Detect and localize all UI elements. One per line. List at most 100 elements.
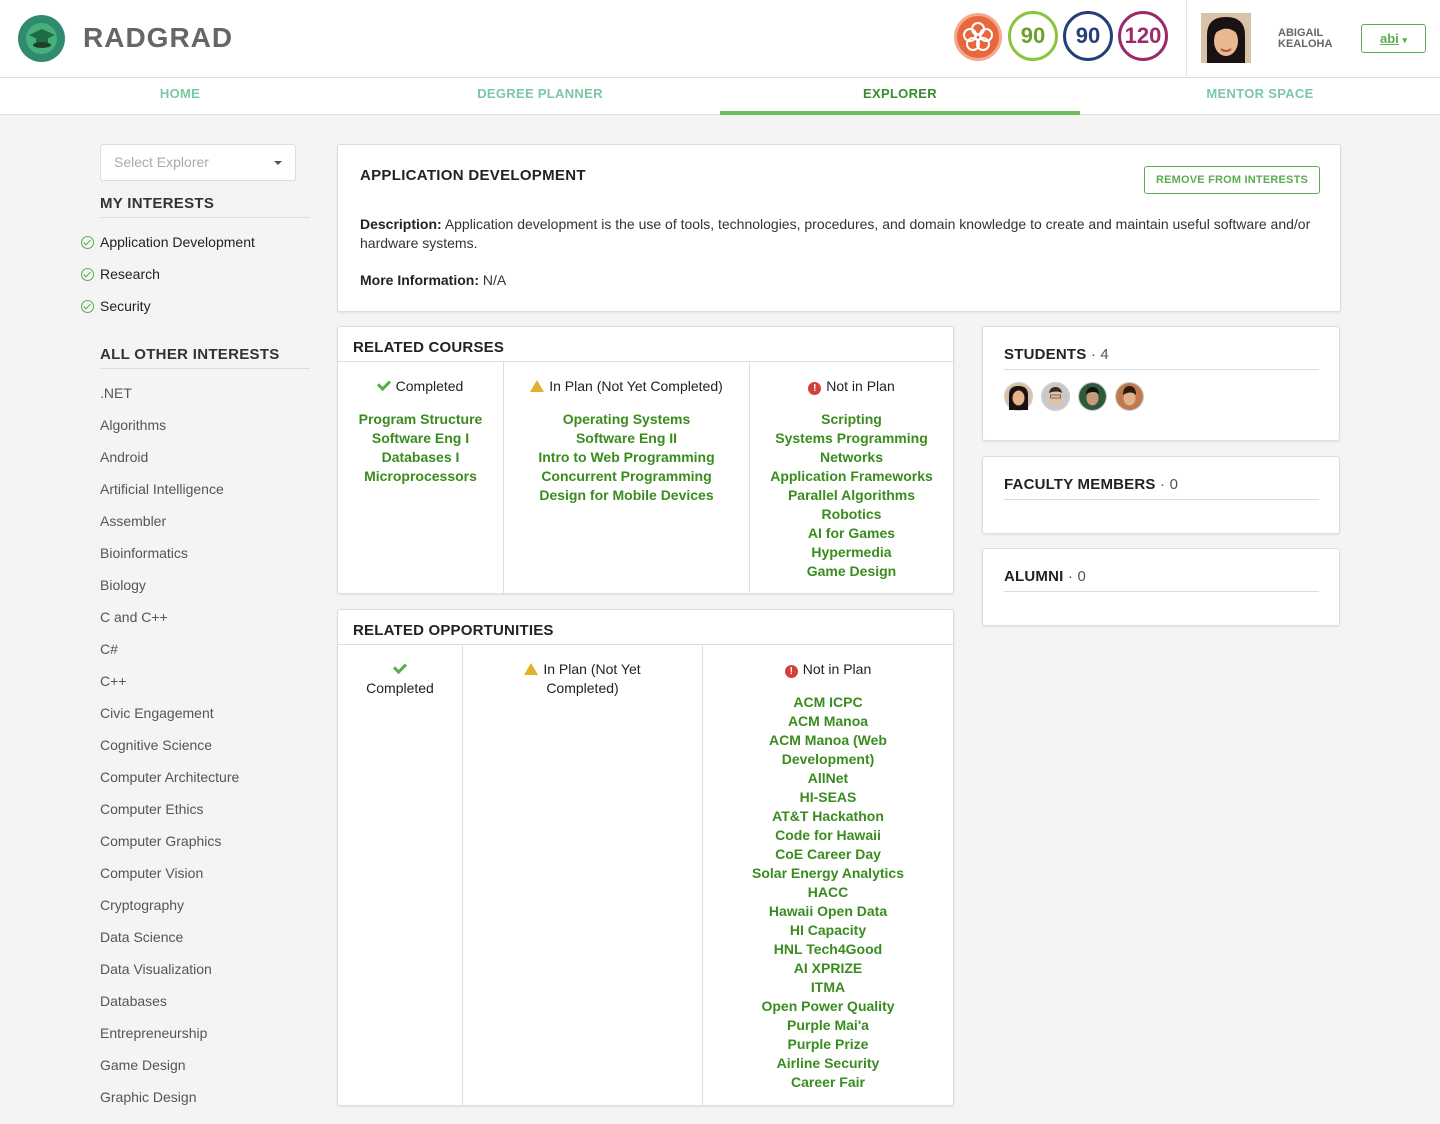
my-interest-item[interactable]: Security xyxy=(100,297,151,315)
opportunity-link[interactable]: HNL Tech4Good xyxy=(743,940,913,959)
opportunity-link[interactable]: ACM Manoa (Web Development) xyxy=(743,731,913,769)
interest-item[interactable]: Databases xyxy=(100,992,167,1010)
opportunity-link[interactable]: Airline Security xyxy=(743,1054,913,1073)
opportunity-link[interactable]: Code for Hawaii xyxy=(743,826,913,845)
opportunity-link[interactable]: Open Power Quality xyxy=(743,997,913,1016)
interest-item[interactable]: Cognitive Science xyxy=(100,736,212,754)
interest-item[interactable]: Computer Graphics xyxy=(100,832,221,850)
interest-item[interactable]: Civic Engagement xyxy=(100,704,214,722)
interest-item[interactable]: Assembler xyxy=(100,512,166,530)
opportunity-link[interactable]: Solar Energy Analytics xyxy=(743,864,913,883)
interest-item[interactable]: C and C++ xyxy=(100,608,168,626)
level-flower-icon[interactable] xyxy=(954,13,1002,61)
check-circle-icon xyxy=(81,236,94,249)
course-link[interactable]: Software Eng II xyxy=(504,429,749,448)
alumni-title: ALUMNI · 0 xyxy=(1004,568,1319,592)
opportunity-link[interactable]: ITMA xyxy=(743,978,913,997)
interest-item[interactable]: Computer Ethics xyxy=(100,800,203,818)
user-menu-button[interactable]: abi ▾ xyxy=(1361,24,1426,53)
opportunity-link[interactable]: Purple Prize xyxy=(743,1035,913,1054)
interest-title: APPLICATION DEVELOPMENT xyxy=(360,167,586,184)
course-link[interactable]: Scripting xyxy=(750,410,953,429)
remove-from-interests-button[interactable]: REMOVE FROM INTERESTS xyxy=(1144,166,1320,194)
brand-title[interactable]: RADGRAD xyxy=(83,22,233,54)
student-avatar[interactable] xyxy=(1078,382,1107,411)
course-link[interactable]: Game Design xyxy=(750,562,953,581)
opportunity-link[interactable]: HI-SEAS xyxy=(743,788,913,807)
course-link[interactable]: Systems Programming xyxy=(750,429,953,448)
interest-item[interactable]: Algorithms xyxy=(100,416,166,434)
opportunities-in-plan-column: In Plan (Not Yet Completed) xyxy=(462,645,702,1105)
student-avatar[interactable] xyxy=(1041,382,1070,411)
alumni-card: ALUMNI · 0 xyxy=(982,548,1340,626)
more-information: More Information: N/A xyxy=(360,272,506,288)
course-link[interactable]: Intro to Web Programming xyxy=(504,448,749,467)
course-link[interactable]: Software Eng I xyxy=(338,429,503,448)
interest-item[interactable]: Data Visualization xyxy=(100,960,212,978)
interest-item[interactable]: Entrepreneurship xyxy=(100,1024,207,1042)
opportunity-link[interactable]: Hawaii Open Data xyxy=(743,902,913,921)
opportunity-link[interactable]: AT&T Hackathon xyxy=(743,807,913,826)
related-courses-title: RELATED COURSES xyxy=(338,327,953,362)
course-link[interactable]: Robotics xyxy=(750,505,953,524)
ice-experience-score[interactable]: 120 xyxy=(1118,11,1168,61)
course-link[interactable]: Databases I xyxy=(338,448,503,467)
course-link[interactable]: Operating Systems xyxy=(504,410,749,429)
user-avatar[interactable] xyxy=(1201,13,1251,63)
nav-home[interactable]: HOME xyxy=(0,78,360,115)
interest-item[interactable]: Bioinformatics xyxy=(100,544,188,562)
ice-competency-score[interactable]: 90 xyxy=(1063,11,1113,61)
nav-mentor-space[interactable]: MENTOR SPACE xyxy=(1080,78,1440,115)
interest-item[interactable]: Graphic Design xyxy=(100,1088,197,1106)
interest-item[interactable]: C++ xyxy=(100,672,126,690)
opportunity-link[interactable]: Career Fair xyxy=(743,1073,913,1092)
opportunity-link[interactable]: Purple Mai'a xyxy=(743,1016,913,1035)
interest-item[interactable]: Computer Architecture xyxy=(100,768,239,786)
interest-item[interactable]: .NET xyxy=(100,384,132,402)
course-link[interactable]: Program Structure xyxy=(338,410,503,429)
opportunity-link[interactable]: ACM Manoa xyxy=(743,712,913,731)
course-link[interactable]: Hypermedia xyxy=(750,543,953,562)
nav-degree-planner[interactable]: DEGREE PLANNER xyxy=(360,78,720,115)
course-link[interactable]: Application Frameworks xyxy=(750,467,953,486)
opportunity-link[interactable]: HI Capacity xyxy=(743,921,913,940)
interest-item[interactable]: Cryptography xyxy=(100,896,184,914)
interest-item[interactable]: Computer Vision xyxy=(100,864,203,882)
course-link[interactable]: AI for Games xyxy=(750,524,953,543)
opportunity-link[interactable]: ACM ICPC xyxy=(743,693,913,712)
interest-item[interactable]: Data Science xyxy=(100,928,183,946)
nav-explorer[interactable]: EXPLORER xyxy=(720,78,1080,115)
radgrad-logo-icon[interactable] xyxy=(18,15,65,62)
opportunities-completed-label: Completed xyxy=(366,680,434,696)
student-avatar[interactable] xyxy=(1004,382,1033,411)
check-icon xyxy=(392,659,408,675)
select-explorer-dropdown[interactable]: Select Explorer xyxy=(100,144,296,181)
my-interest-item[interactable]: Research xyxy=(100,265,160,283)
faculty-card: FACULTY MEMBERS · 0 xyxy=(982,456,1340,534)
exclamation-icon: ! xyxy=(808,382,822,395)
interest-item[interactable]: Android xyxy=(100,448,148,466)
ice-innovation-score[interactable]: 90 xyxy=(1008,11,1058,61)
warning-icon xyxy=(524,663,539,675)
course-link[interactable]: Parallel Algorithms xyxy=(750,486,953,505)
interest-item[interactable]: Game Design xyxy=(100,1056,186,1074)
related-opportunities-title: RELATED OPPORTUNITIES xyxy=(338,610,953,645)
interest-item[interactable]: C# xyxy=(100,640,118,658)
opportunity-link[interactable]: AI XPRIZE xyxy=(743,959,913,978)
my-interest-item[interactable]: Application Development xyxy=(100,233,255,251)
interest-description: Description: Application development is … xyxy=(360,215,1322,253)
student-avatar[interactable] xyxy=(1115,382,1144,411)
interest-item[interactable]: Biology xyxy=(100,576,146,594)
opportunity-link[interactable]: AllNet xyxy=(743,769,913,788)
course-link[interactable]: Concurrent Programming xyxy=(504,467,749,486)
interest-card: APPLICATION DEVELOPMENT REMOVE FROM INTE… xyxy=(337,144,1341,312)
opportunity-link[interactable]: HACC xyxy=(743,883,913,902)
course-link[interactable]: Design for Mobile Devices xyxy=(504,486,749,505)
opportunities-in-plan-label: In Plan (Not Yet Completed) xyxy=(543,661,641,696)
interest-item[interactable]: Artificial Intelligence xyxy=(100,480,224,498)
opportunities-completed-column: Completed xyxy=(338,645,462,1105)
opportunity-link[interactable]: CoE Career Day xyxy=(743,845,913,864)
course-link[interactable]: Networks xyxy=(750,448,953,467)
course-link[interactable]: Microprocessors xyxy=(338,467,503,486)
more-information-label: More Information: xyxy=(360,272,479,288)
